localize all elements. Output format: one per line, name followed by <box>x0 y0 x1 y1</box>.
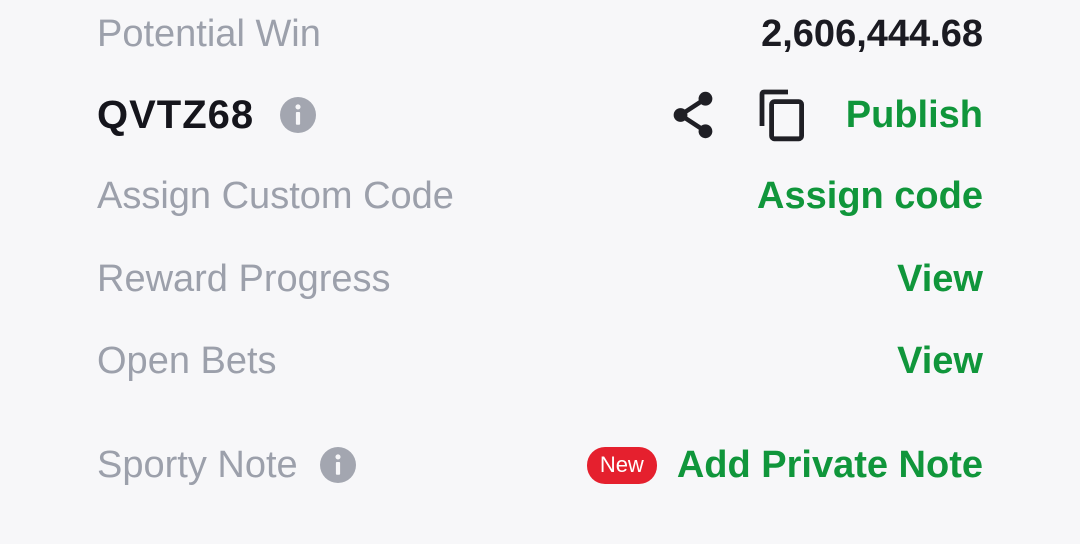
share-icon[interactable] <box>670 90 716 140</box>
sporty-note-row: Sporty Note New Add Private Note <box>97 435 983 495</box>
copy-icon[interactable] <box>758 88 806 142</box>
custom-code-row: Assign Custom Code Assign code <box>97 166 983 226</box>
potential-win-label: Potential Win <box>97 12 321 55</box>
bet-details-panel: Potential Win 2,606,444.68 QVTZ68 Publis… <box>0 0 1080 544</box>
booking-code-row: QVTZ68 Publish <box>97 85 983 145</box>
reward-progress-row: Reward Progress View <box>97 249 983 309</box>
info-icon[interactable] <box>280 97 317 133</box>
open-bets-label: Open Bets <box>97 339 277 382</box>
open-bets-row: Open Bets View <box>97 331 983 391</box>
open-bets-view-button[interactable]: View <box>897 340 983 383</box>
add-private-note-button[interactable]: Add Private Note <box>677 444 983 487</box>
potential-win-row: Potential Win 2,606,444.68 <box>97 4 983 64</box>
info-icon[interactable] <box>319 447 356 483</box>
sporty-note-actions: New Add Private Note <box>586 444 983 487</box>
sporty-note-group: Sporty Note <box>97 444 356 487</box>
assign-code-button[interactable]: Assign code <box>757 175 983 218</box>
potential-win-value: 2,606,444.68 <box>761 12 983 55</box>
reward-progress-view-button[interactable]: View <box>897 258 983 301</box>
new-badge: New <box>586 446 657 484</box>
booking-code-actions: Publish <box>670 88 983 142</box>
publish-button[interactable]: Publish <box>846 94 983 137</box>
custom-code-label: Assign Custom Code <box>97 174 454 217</box>
reward-progress-label: Reward Progress <box>97 257 391 300</box>
booking-code: QVTZ68 <box>97 92 255 137</box>
sporty-note-label: Sporty Note <box>97 443 298 486</box>
booking-code-group: QVTZ68 <box>97 92 317 138</box>
